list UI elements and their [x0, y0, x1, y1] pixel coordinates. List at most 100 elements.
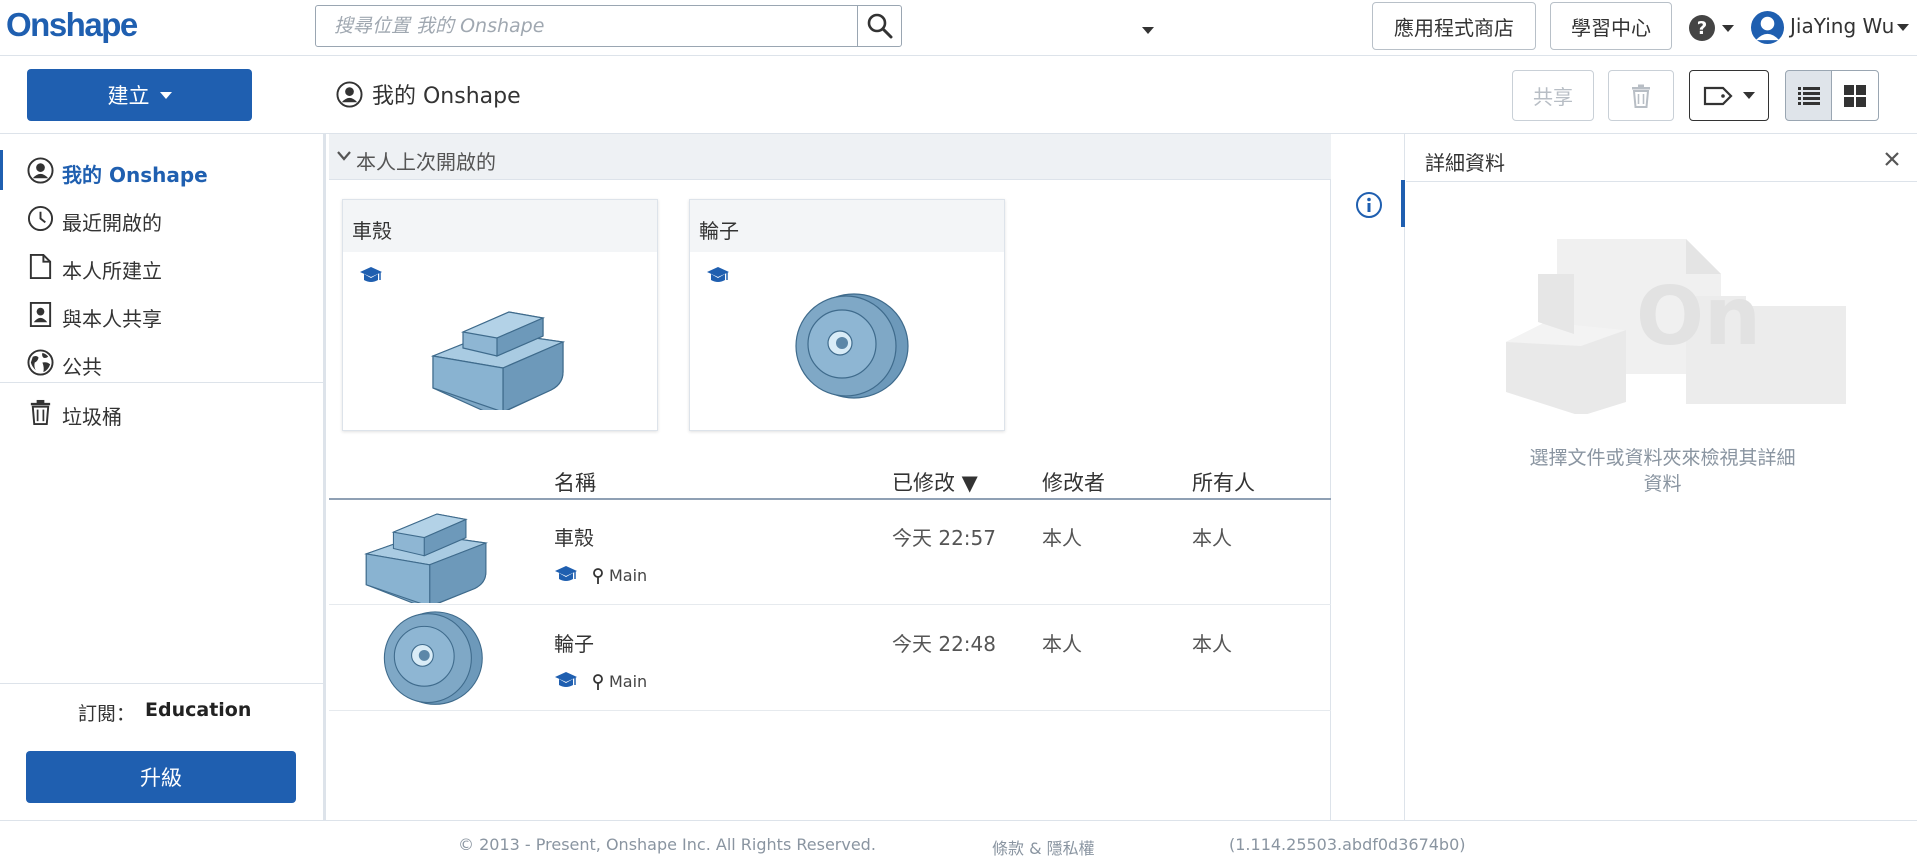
owner: 本人	[1192, 632, 1232, 656]
card-header: 車殼	[343, 200, 657, 252]
branch-pin-icon	[593, 673, 603, 690]
chevron-down-icon	[337, 151, 351, 161]
card-title: 輪子	[699, 219, 739, 243]
subscription-label: 訂閱：	[78, 703, 136, 725]
search-scope-dropdown-icon[interactable]	[1142, 27, 1154, 34]
table-row[interactable]: 輪子 Main 今天 22:48 本人 本人	[329, 606, 1331, 711]
delete-button[interactable]	[1608, 70, 1674, 121]
branch-pin-icon	[593, 567, 603, 584]
education-cap-icon	[707, 267, 729, 282]
app-store-button[interactable]: 應用程式商店	[1372, 2, 1536, 50]
clock-icon	[27, 205, 54, 232]
learning-center-button[interactable]: 學習中心	[1550, 2, 1672, 50]
chevron-down-icon	[1743, 92, 1755, 99]
list-view-button[interactable]	[1785, 70, 1832, 121]
shared-user-icon	[29, 301, 52, 328]
modified-by: 本人	[1042, 632, 1082, 656]
education-cap-icon	[555, 672, 577, 687]
section-title: 本人上次開啟的	[356, 150, 496, 174]
user-name[interactable]: JiaYing Wu	[1790, 14, 1894, 38]
car-body-thumbnail	[430, 311, 566, 410]
column-header-name[interactable]: 名稱	[554, 467, 596, 497]
document-name[interactable]: 輪子	[554, 628, 594, 657]
close-icon[interactable]	[1884, 151, 1900, 167]
trash-icon	[1632, 84, 1650, 108]
sidebar: 我的 Onshape 最近開啟的 本人所建立 與本人共享 公共 垃圾桶 訂閱： …	[0, 134, 326, 820]
create-button[interactable]: 建立	[27, 69, 252, 121]
column-header-owner[interactable]: 所有人	[1192, 467, 1255, 497]
card-header: 輪子	[690, 200, 1004, 252]
sidebar-item-created-by-me[interactable]: 本人所建立	[0, 244, 323, 288]
sidebar-item-label: 我的 Onshape	[62, 163, 208, 187]
sidebar-item-label: 垃圾桶	[62, 405, 122, 429]
modified-date: 今天 22:57	[892, 526, 996, 550]
details-empty-message: 選擇文件或資料夾來檢視其詳細資料	[1529, 447, 1796, 495]
owner: 本人	[1192, 526, 1232, 550]
car-body-thumbnail	[364, 513, 489, 603]
sidebar-item-public[interactable]: 公共	[0, 340, 323, 384]
branch-name: Main	[609, 672, 648, 691]
sidebar-item-label: 與本人共享	[62, 307, 162, 331]
sidebar-item-my-onshape[interactable]: 我的 Onshape	[0, 148, 323, 192]
wheel-thumbnail	[795, 293, 909, 399]
help-button[interactable]: ?	[1688, 14, 1716, 42]
details-header: 詳細資料	[1406, 134, 1917, 182]
sidebar-item-recent[interactable]: 最近開啟的	[0, 196, 323, 240]
help-dropdown-icon[interactable]	[1722, 25, 1734, 32]
document-card[interactable]: 輪子	[689, 199, 1005, 431]
create-button-label: 建立	[107, 84, 150, 108]
document-card[interactable]: 車殼	[342, 199, 658, 431]
info-tab-strip	[1331, 134, 1405, 820]
recently-opened-header[interactable]: 本人上次開啟的	[329, 134, 1331, 180]
globe-icon	[27, 349, 54, 376]
wheel-thumbnail	[383, 611, 483, 705]
page-title: 我的 Onshape	[372, 84, 521, 109]
modified-date: 今天 22:48	[892, 632, 996, 656]
share-button[interactable]: 共享	[1512, 70, 1594, 121]
active-tab-indicator	[1401, 180, 1405, 227]
document-icon	[29, 253, 52, 280]
branch-label[interactable]: Main	[592, 566, 647, 585]
sidebar-item-label: 最近開啟的	[62, 211, 162, 235]
info-icon[interactable]	[1355, 191, 1383, 219]
divider	[0, 683, 323, 684]
trash-icon	[30, 399, 51, 426]
card-title: 車殼	[352, 219, 392, 243]
sidebar-item-trash[interactable]: 垃圾桶	[0, 390, 323, 434]
label-button[interactable]	[1689, 70, 1769, 121]
grid-view-icon	[1844, 84, 1866, 107]
footer: © 2013 - Present, Onshape Inc. All Right…	[0, 820, 1917, 862]
top-bar: Onshape 應用程式商店 學習中心 ? JiaYing Wu	[0, 0, 1917, 56]
education-cap-icon	[360, 267, 382, 282]
document-list-panel: 本人上次開啟的 車殼 輪子 名稱 已修改 ▼ 修改者 所有人 車殼 Main 今…	[329, 134, 1331, 820]
user-circle-icon	[336, 80, 363, 108]
user-circle-icon	[27, 157, 54, 184]
search-box	[315, 5, 1154, 47]
terms-privacy-link[interactable]: 條款 & 隱私權	[992, 835, 1095, 859]
divider	[0, 382, 323, 383]
table-row[interactable]: 車殼 Main 今天 22:57 本人 本人	[329, 500, 1331, 605]
search-button[interactable]	[857, 5, 902, 47]
grid-view-button[interactable]	[1831, 70, 1879, 121]
branch-label[interactable]: Main	[592, 672, 647, 691]
sidebar-item-label: 本人所建立	[62, 259, 162, 283]
sidebar-item-label: 公共	[62, 355, 102, 379]
breadcrumb: 我的 Onshape	[336, 78, 521, 110]
copyright-text: © 2013 - Present, Onshape Inc. All Right…	[458, 835, 876, 854]
details-title: 詳細資料	[1425, 151, 1505, 175]
column-header-modified-by[interactable]: 修改者	[1042, 467, 1105, 497]
search-icon	[867, 13, 893, 39]
user-menu-dropdown-icon[interactable]	[1897, 24, 1909, 31]
details-panel: 詳細資料 On 選擇文件或資料夾來檢視其詳細資料	[1406, 134, 1917, 820]
upgrade-button[interactable]: 升級	[26, 751, 296, 803]
avatar[interactable]	[1750, 10, 1785, 45]
svg-text:On: On	[1636, 270, 1761, 363]
search-input[interactable]	[316, 6, 826, 46]
subscription-plan: Education	[145, 699, 252, 721]
document-name[interactable]: 車殼	[554, 522, 594, 551]
tag-icon	[1703, 86, 1733, 105]
column-header-modified[interactable]: 已修改 ▼	[892, 467, 978, 497]
sidebar-item-shared-with-me[interactable]: 與本人共享	[0, 292, 323, 336]
onshape-logo[interactable]: Onshape	[6, 6, 138, 44]
branch-name: Main	[609, 566, 648, 585]
